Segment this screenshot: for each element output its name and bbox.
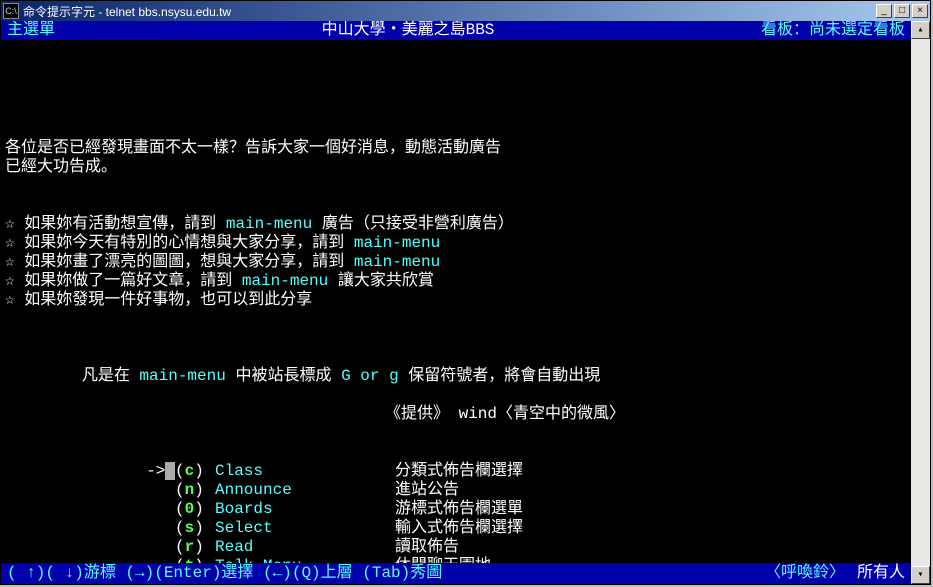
menu-label-en: Read [215, 538, 395, 557]
header-right: 看板：尚未選定看板 [761, 21, 905, 40]
menu-pointer [5, 538, 175, 557]
maximize-button[interactable]: □ [894, 4, 910, 18]
star-line: ☆ 如果妳做了一篇好文章，請到 main-menu 讓大家共欣賞 [5, 272, 907, 291]
terminal-area[interactable]: 主選單 中山大學‧美麗之島BBS 看板：尚未選定看板 各位是否已經發現畫面不太一… [1, 21, 911, 584]
cmd-icon: C:\ [3, 3, 19, 19]
menu-item-0[interactable]: (0)Boards游標式佈告欄選單 [5, 500, 907, 519]
titlebar: C:\ 命令提示字元 - telnet bbs.nsysu.edu.tw _ □… [1, 1, 930, 21]
footer-bell: 〈呼喚鈴〉 [765, 564, 845, 583]
vertical-scrollbar[interactable]: ▴ ▾ [911, 21, 930, 584]
menu-label-en: Boards [215, 500, 395, 519]
menu-label-zh: 輸入式佈告欄選擇 [395, 519, 523, 538]
menu-hotkey: (0) [175, 500, 215, 519]
note-gg: G or g [341, 367, 399, 385]
spacer [5, 82, 907, 101]
menu-label-en: Class [215, 462, 395, 481]
menu-hotkey: (r) [175, 538, 215, 557]
note-mid: 中被站長標成 [226, 367, 341, 385]
menu-item-n[interactable]: (n)Announce進站公告 [5, 481, 907, 500]
header-left: 主選單 [7, 21, 55, 40]
bbs-footer-bar: ( ↑)( ↓)游標 (→)(Enter)選擇 (←)(Q)上層 (Tab)秀圖… [1, 563, 911, 584]
scroll-up-button[interactable]: ▴ [911, 21, 930, 39]
intro-line: 已經大功告成。 [5, 158, 907, 177]
header-center: 中山大學‧美麗之島BBS [55, 21, 761, 40]
menu-hotkey: (s) [175, 519, 215, 538]
menu-item-s[interactable]: (s)Select輸入式佈告欄選擇 [5, 519, 907, 538]
menu-label-en: Announce [215, 481, 395, 500]
menu-label-zh: 進站公告 [395, 481, 459, 500]
menu-pointer: ->_ [5, 462, 175, 481]
star-line: ☆ 如果妳今天有特別的心情想與大家分享，請到 main-menu [5, 234, 907, 253]
provider-line: 《提供》 wind〈青空中的微風〉 [5, 405, 907, 424]
note-kw: main-menu [139, 367, 225, 385]
menu-item-c[interactable]: ->_(c)Class分類式佈告欄選擇 [5, 462, 907, 481]
menu-label-zh: 讀取佈告 [395, 538, 459, 557]
scroll-track[interactable] [911, 39, 930, 566]
scroll-down-button[interactable]: ▾ [911, 566, 930, 584]
menu-hotkey: (n) [175, 481, 215, 500]
star-line: ☆ 如果妳發現一件好事物，也可以到此分享 [5, 291, 907, 310]
menu-item-r[interactable]: (r)Read讀取佈告 [5, 538, 907, 557]
intro-line: 各位是否已經發現畫面不太一樣？告訴大家一個好消息，動態活動廣告 [5, 139, 907, 158]
menu-label-en: Select [215, 519, 395, 538]
app-window: C:\ 命令提示字元 - telnet bbs.nsysu.edu.tw _ □… [0, 0, 931, 585]
menu-pointer [5, 500, 175, 519]
footer-user: 所有人 [857, 564, 905, 583]
menu-pointer [5, 519, 175, 538]
bbs-body: 各位是否已經發現畫面不太一樣？告訴大家一個好消息，動態活動廣告已經大功告成。 ☆… [1, 40, 911, 584]
note-post: 保留符號者，將會自動出現 [399, 367, 601, 385]
note-line: 凡是在 main-menu 中被站長標成 G or g 保留符號者，將會自動出現 [5, 348, 907, 367]
menu-label-zh: 分類式佈告欄選擇 [395, 462, 523, 481]
minimize-button[interactable]: _ [876, 4, 892, 18]
menu-pointer [5, 481, 175, 500]
close-button[interactable]: × [912, 4, 928, 18]
note-pre: 凡是在 [82, 367, 140, 385]
menu-hotkey: (c) [175, 462, 215, 481]
star-line: ☆ 如果妳畫了漂亮的圖圖，想與大家分享，請到 main-menu [5, 253, 907, 272]
menu-label-zh: 游標式佈告欄選單 [395, 500, 523, 519]
window-title: 命令提示字元 - telnet bbs.nsysu.edu.tw [23, 3, 874, 20]
footer-nav: ( ↑)( ↓)游標 (→)(Enter)選擇 (←)(Q)上層 (Tab)秀圖 [7, 564, 442, 583]
bbs-header-bar: 主選單 中山大學‧美麗之島BBS 看板：尚未選定看板 [1, 21, 911, 40]
star-line: ☆ 如果妳有活動想宣傳，請到 main-menu 廣告（只接受非營利廣告） [5, 215, 907, 234]
